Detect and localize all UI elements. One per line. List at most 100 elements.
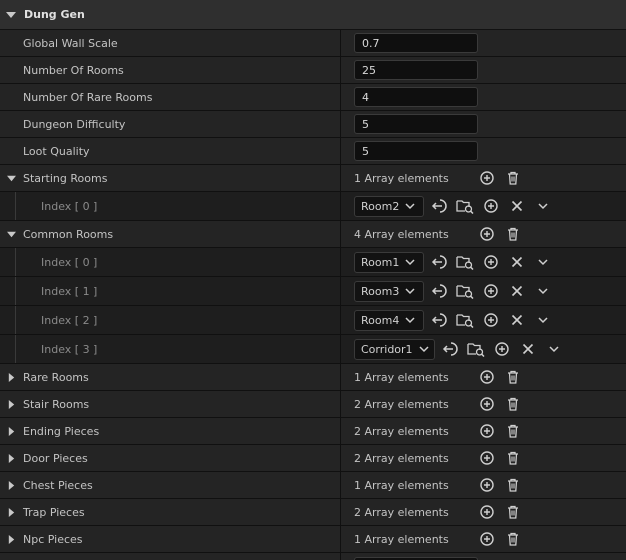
trash-icon[interactable] [504, 476, 522, 494]
dropdown-value: Room4 [361, 313, 400, 327]
x-icon[interactable] [508, 282, 526, 300]
dropdown-value: Corridor1 [361, 342, 413, 356]
triangle-down-icon[interactable] [7, 174, 16, 183]
plus-circle-icon[interactable] [478, 368, 496, 386]
plus-circle-icon[interactable] [482, 253, 500, 271]
x-icon[interactable] [519, 340, 537, 358]
folder-search-icon[interactable] [456, 197, 474, 215]
property-label: Trap Pieces [23, 505, 85, 519]
array-row-rare-rooms: Rare Rooms 1 Array elements [0, 364, 626, 391]
triangle-right-icon[interactable] [7, 480, 16, 490]
number-of-rooms-input[interactable]: 25 [354, 60, 478, 80]
array-count: 2 Array elements [354, 397, 449, 411]
array-row-stair-rooms: Stair Rooms 2 Array elements [0, 391, 626, 418]
array-count: 2 Array elements [354, 424, 449, 438]
array-count: 1 Array elements [354, 171, 449, 185]
triangle-right-icon[interactable] [7, 372, 16, 382]
plus-circle-icon[interactable] [478, 503, 496, 521]
category-header-dung-gen[interactable]: Dung Gen [0, 0, 626, 30]
arrow-left-circle-icon[interactable] [430, 253, 448, 271]
triangle-right-icon[interactable] [7, 453, 16, 463]
arrow-left-circle-icon[interactable] [430, 197, 448, 215]
trash-icon[interactable] [504, 368, 522, 386]
folder-search-icon[interactable] [456, 282, 474, 300]
property-label: Starting Rooms [23, 171, 108, 185]
arrow-left-circle-icon[interactable] [430, 311, 448, 329]
chevron-down-icon[interactable] [534, 311, 552, 329]
property-label: Rare Rooms [23, 370, 89, 384]
plus-circle-icon[interactable] [478, 449, 496, 467]
chevron-down-icon[interactable] [534, 197, 552, 215]
folder-search-icon[interactable] [456, 311, 474, 329]
trash-icon[interactable] [504, 503, 522, 521]
chevron-down-icon [419, 345, 429, 353]
trash-icon[interactable] [504, 449, 522, 467]
category-title: Dung Gen [24, 8, 85, 21]
property-row-global-wall-scale: Global Wall Scale 0.7 [0, 30, 626, 57]
property-row-dungeon-difficulty: Dungeon Difficulty 5 [0, 111, 626, 138]
trash-icon[interactable] [504, 225, 522, 243]
plus-circle-icon[interactable] [478, 225, 496, 243]
triangle-right-icon[interactable] [7, 399, 16, 409]
trash-icon[interactable] [504, 530, 522, 548]
triangle-down-icon[interactable] [6, 10, 16, 20]
chevron-down-icon[interactable] [545, 340, 563, 358]
property-label: Number Of Rooms [23, 63, 124, 77]
plus-circle-icon[interactable] [478, 395, 496, 413]
triangle-right-icon[interactable] [7, 507, 16, 517]
property-label: Npc Pieces [23, 532, 83, 546]
trash-icon[interactable] [504, 395, 522, 413]
array-row-ending-pieces: Ending Pieces 2 Array elements [0, 418, 626, 445]
folder-search-icon[interactable] [467, 340, 485, 358]
chevron-down-icon[interactable] [534, 253, 552, 271]
room-class-dropdown[interactable]: Room2 [354, 195, 424, 217]
arrow-left-circle-icon[interactable] [430, 282, 448, 300]
global-wall-scale-input[interactable]: 0.7 [354, 33, 478, 53]
property-label: Stair Rooms [23, 397, 90, 411]
chevron-down-icon[interactable] [534, 282, 552, 300]
property-label: Chest Pieces [23, 478, 93, 492]
triangle-right-icon[interactable] [7, 534, 16, 544]
folder-search-icon[interactable] [456, 253, 474, 271]
plus-circle-icon[interactable] [478, 530, 496, 548]
room-class-dropdown[interactable]: Room1 [354, 251, 424, 273]
plus-circle-icon[interactable] [478, 422, 496, 440]
plus-circle-icon[interactable] [478, 476, 496, 494]
array-count: 1 Array elements [354, 370, 449, 384]
plus-circle-icon[interactable] [482, 311, 500, 329]
room-class-dropdown[interactable]: Room3 [354, 280, 424, 302]
chevron-down-icon [405, 316, 415, 324]
loot-quality-input[interactable]: 5 [354, 141, 478, 161]
x-icon[interactable] [508, 311, 526, 329]
property-label: Ending Pieces [23, 424, 100, 438]
room-class-dropdown[interactable]: Room4 [354, 309, 424, 331]
plus-circle-icon[interactable] [493, 340, 511, 358]
plus-circle-icon[interactable] [482, 282, 500, 300]
chevron-down-icon [405, 202, 415, 210]
triangle-down-icon[interactable] [7, 230, 16, 239]
index-label: Index [ 0 ] [41, 199, 98, 213]
x-icon[interactable] [508, 253, 526, 271]
property-label: Dungeon Difficulty [23, 117, 126, 131]
property-label: Common Rooms [23, 227, 114, 241]
triangle-right-icon[interactable] [7, 426, 16, 436]
trash-icon[interactable] [504, 169, 522, 187]
array-row-common-rooms: Common Rooms 4 Array elements [0, 221, 626, 248]
dungeon-difficulty-input[interactable]: 5 [354, 114, 478, 134]
arrow-left-circle-icon[interactable] [441, 340, 459, 358]
room-class-dropdown[interactable]: Corridor1 [354, 338, 435, 360]
array-row-chest-pieces: Chest Pieces 1 Array elements [0, 472, 626, 499]
x-icon[interactable] [508, 197, 526, 215]
property-label: Loot Quality [23, 144, 90, 158]
index-label: Index [ 3 ] [41, 342, 98, 356]
number-of-rare-rooms-input[interactable]: 4 [354, 87, 478, 107]
chevron-down-icon [405, 258, 415, 266]
array-element-row: Index [ 3 ] Corridor1 [0, 335, 626, 364]
property-row-number-of-rare-rooms: Number Of Rare Rooms 4 [0, 84, 626, 111]
trash-icon[interactable] [504, 422, 522, 440]
array-count: 2 Array elements [354, 451, 449, 465]
plus-circle-icon[interactable] [482, 197, 500, 215]
array-row-starting-rooms: Starting Rooms 1 Array elements [0, 165, 626, 192]
plus-circle-icon[interactable] [478, 169, 496, 187]
dropdown-value: Room2 [361, 199, 400, 213]
